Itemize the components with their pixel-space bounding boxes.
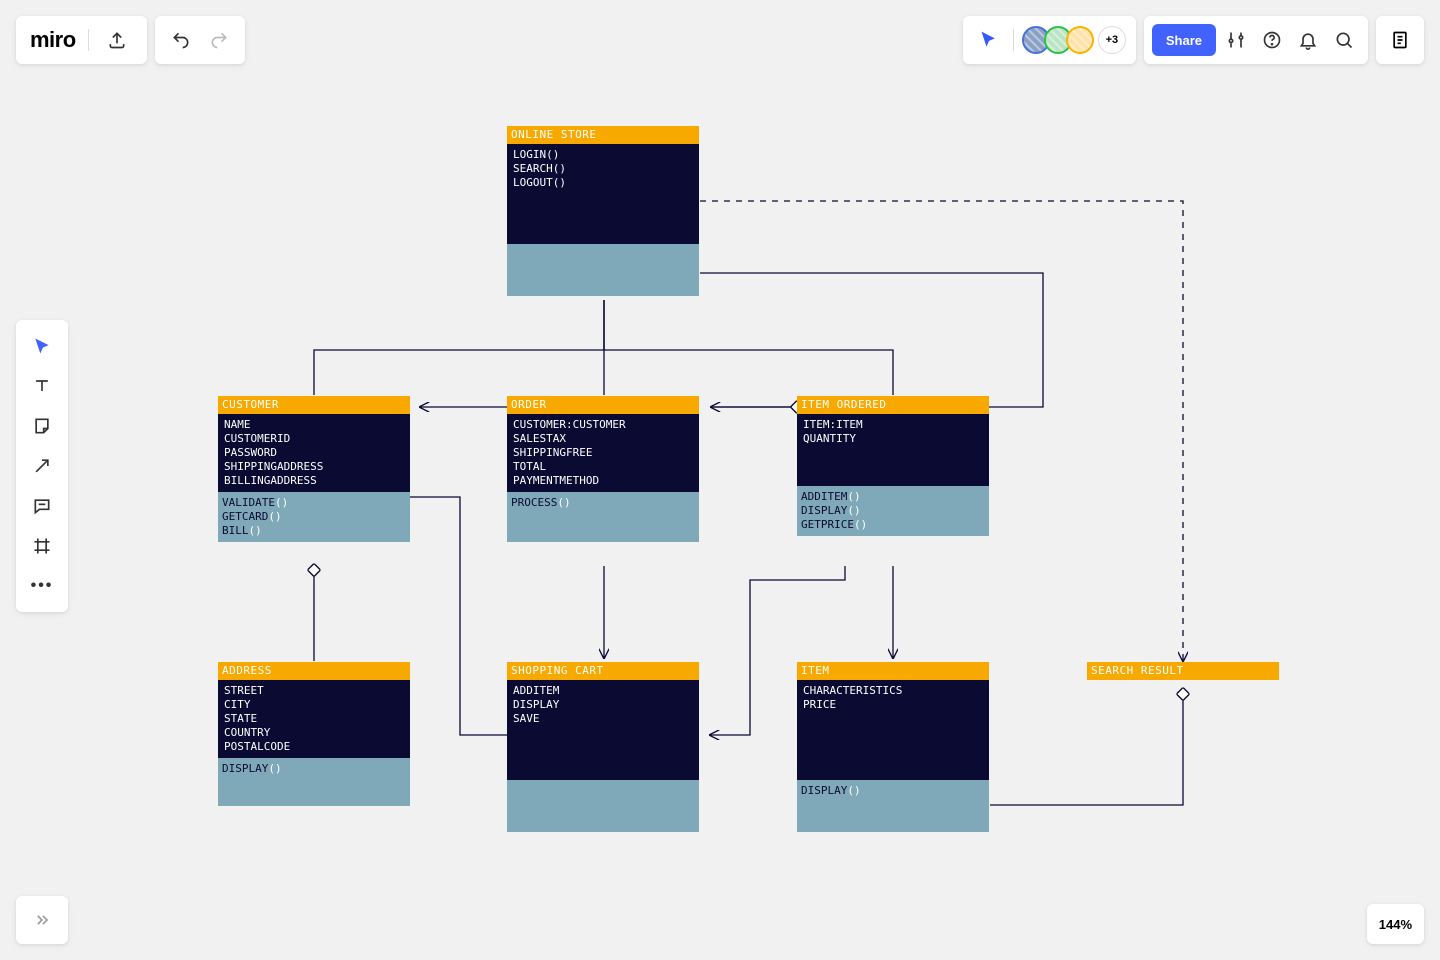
sliders-icon (1226, 30, 1246, 50)
redo-icon (209, 30, 229, 50)
arrow-icon (32, 456, 52, 476)
search-button[interactable] (1328, 24, 1360, 56)
class-attrs: STREETCITYSTATECOUNTRYPOSTALCODE (218, 680, 410, 758)
export-button[interactable] (101, 24, 133, 56)
tool-more[interactable]: ••• (24, 568, 60, 604)
share-button[interactable]: Share (1152, 24, 1216, 56)
class-shopping-cart[interactable]: SHOPPING CART ADDITEMDISPLAYSAVE (507, 662, 699, 832)
search-icon (1334, 30, 1354, 50)
connectors-layer (0, 0, 1440, 960)
class-methods: DISPLAY() (797, 780, 989, 832)
tool-frame[interactable] (24, 528, 60, 564)
class-attrs: ADDITEMDISPLAYSAVE (507, 680, 699, 780)
settings-button[interactable] (1220, 24, 1252, 56)
class-title: ADDRESS (218, 662, 410, 680)
zoom-indicator[interactable]: 144% (1367, 904, 1424, 944)
actions-pill: Share (1144, 16, 1368, 64)
upload-icon (107, 30, 127, 50)
class-title: ITEM ORDERED (797, 396, 989, 414)
notes-pill[interactable] (1376, 16, 1424, 64)
class-attrs: NAMECUSTOMERIDPASSWORDSHIPPINGADDRESSBIL… (218, 414, 410, 492)
top-bar: miro +3 (16, 16, 1424, 64)
cursor-tracking-button[interactable] (973, 24, 1005, 56)
class-order[interactable]: ORDER CUSTOMER:CUSTOMERSALESTAXSHIPPINGF… (507, 396, 699, 542)
class-title: ITEM (797, 662, 989, 680)
class-online-store[interactable]: ONLINE STORE LOGIN()SEARCH()LOGOUT() (507, 126, 699, 296)
tool-sticky[interactable] (24, 408, 60, 444)
avatar[interactable] (1066, 26, 1094, 54)
class-customer[interactable]: CUSTOMER NAMECUSTOMERIDPASSWORDSHIPPINGA… (218, 396, 410, 542)
class-title: ONLINE STORE (507, 126, 699, 144)
divider (88, 29, 89, 51)
avatar-overflow[interactable]: +3 (1098, 26, 1126, 54)
divider (1013, 29, 1014, 51)
class-attrs: ITEM:ITEMQUANTITY (797, 414, 989, 486)
undo-button[interactable] (165, 24, 197, 56)
class-attrs: CUSTOMER:CUSTOMERSALESTAXSHIPPINGFREETOT… (507, 414, 699, 492)
expand-panel-button[interactable] (16, 896, 68, 944)
presence-pill: +3 (963, 16, 1136, 64)
zoom-level: 144% (1379, 917, 1412, 932)
avatar-stack[interactable]: +3 (1022, 26, 1126, 54)
text-icon (32, 376, 52, 396)
more-icon: ••• (31, 577, 54, 595)
class-methods: VALIDATE()GETCARD()BILL() (218, 492, 410, 542)
class-methods: PROCESS() (507, 492, 699, 542)
bell-icon (1298, 30, 1318, 50)
class-search-result[interactable]: SEARCH RESULT (1087, 662, 1279, 680)
help-icon (1262, 30, 1282, 50)
canvas[interactable]: ONLINE STORE LOGIN()SEARCH()LOGOUT() CUS… (0, 0, 1440, 960)
help-button[interactable] (1256, 24, 1288, 56)
redo-button[interactable] (203, 24, 235, 56)
class-item-ordered[interactable]: ITEM ORDERED ITEM:ITEMQUANTITY ADDITEM()… (797, 396, 989, 536)
notifications-button[interactable] (1292, 24, 1324, 56)
tool-comment[interactable] (24, 488, 60, 524)
pointer-icon (32, 336, 52, 356)
class-attrs: CHARACTERISTICSPRICE (797, 680, 989, 780)
sticky-note-icon (32, 416, 52, 436)
class-title: CUSTOMER (218, 396, 410, 414)
class-attrs: LOGIN()SEARCH()LOGOUT() (507, 144, 699, 244)
comment-icon (32, 496, 52, 516)
class-title: SHOPPING CART (507, 662, 699, 680)
notes-icon (1390, 30, 1410, 50)
logo-pill: miro (16, 16, 147, 64)
undo-icon (171, 30, 191, 50)
tool-panel: ••• (16, 320, 68, 612)
frame-icon (32, 536, 52, 556)
undo-redo-pill (155, 16, 245, 64)
class-methods (507, 780, 699, 832)
class-address[interactable]: ADDRESS STREETCITYSTATECOUNTRYPOSTALCODE… (218, 662, 410, 806)
tool-select[interactable] (24, 328, 60, 364)
app-logo[interactable]: miro (30, 27, 76, 53)
class-methods: ADDITEM()DISPLAY()GETPRICE() (797, 486, 989, 536)
tool-text[interactable] (24, 368, 60, 404)
class-title: SEARCH RESULT (1087, 662, 1279, 680)
chevrons-right-icon (32, 910, 52, 930)
class-methods (507, 244, 699, 296)
cursor-icon (979, 30, 999, 50)
tool-connector[interactable] (24, 448, 60, 484)
class-methods: DISPLAY() (218, 758, 410, 806)
class-item[interactable]: ITEM CHARACTERISTICSPRICE DISPLAY() (797, 662, 989, 832)
class-title: ORDER (507, 396, 699, 414)
